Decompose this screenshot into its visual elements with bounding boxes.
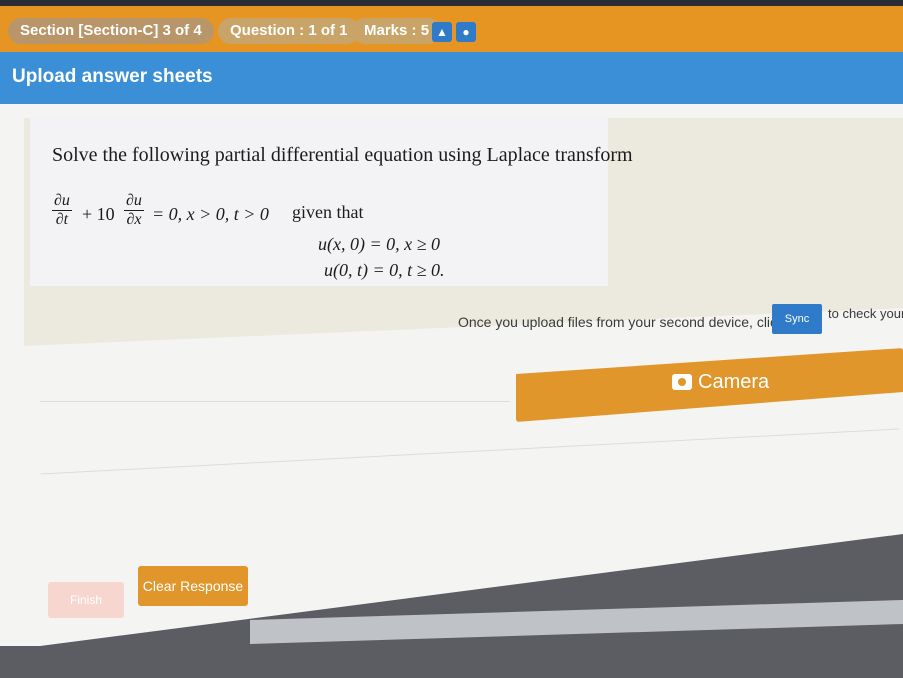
finish-button[interactable]: Finish: [48, 582, 124, 618]
question-pill[interactable]: Question : 1 of 1: [218, 18, 360, 44]
fraction-du-dt: ∂u ∂t: [52, 192, 72, 229]
finish-label: Finish: [69, 593, 102, 607]
sync-label: Sync: [784, 313, 810, 325]
top-bar: Section [Section-C] 3 of 4 Question : 1 …: [0, 6, 903, 52]
divider: [40, 428, 900, 475]
monitor-bezel: [0, 0, 903, 6]
upload-note: Once you upload files from your second d…: [458, 314, 804, 330]
sync-button[interactable]: Sync: [772, 304, 822, 334]
question-box: [30, 116, 608, 286]
equation-tail: = 0, x > 0, t > 0: [152, 204, 269, 224]
monitor-stand: [250, 600, 903, 644]
camera-label: Camera: [698, 371, 770, 393]
fraction-du-dx: ∂u ∂x: [124, 192, 144, 229]
header-bar: Upload answer sheets: [0, 52, 903, 104]
user-icon[interactable]: ▲: [432, 22, 452, 42]
fraction-numerator: ∂u: [124, 192, 144, 211]
equation-coefficient: + 10: [82, 204, 115, 224]
camera-icon: [672, 374, 692, 390]
fraction-denominator: ∂t: [55, 211, 69, 228]
given-text: given that: [292, 202, 364, 222]
chat-icon[interactable]: ●: [456, 22, 476, 42]
marks-pill: Marks : 5: [352, 18, 442, 44]
boundary-condition-1: u(x, 0) = 0, x ≥ 0: [318, 234, 440, 254]
fraction-numerator: ∂u: [52, 192, 72, 211]
clear-response-button[interactable]: Clear Response: [138, 566, 248, 606]
question-text: Solve the following partial differential…: [52, 144, 633, 166]
divider: [40, 401, 510, 402]
clear-response-label: Clear Response: [142, 578, 244, 594]
page-title: Upload answer sheets: [12, 66, 213, 87]
fraction-denominator: ∂x: [126, 211, 142, 228]
section-pill[interactable]: Section [Section-C] 3 of 4: [8, 18, 214, 44]
boundary-condition-2: u(0, t) = 0, t ≥ 0.: [324, 260, 445, 280]
upload-note-tail: to check your s: [828, 306, 903, 321]
exam-screen: Section [Section-C] 3 of 4 Question : 1 …: [0, 6, 903, 646]
